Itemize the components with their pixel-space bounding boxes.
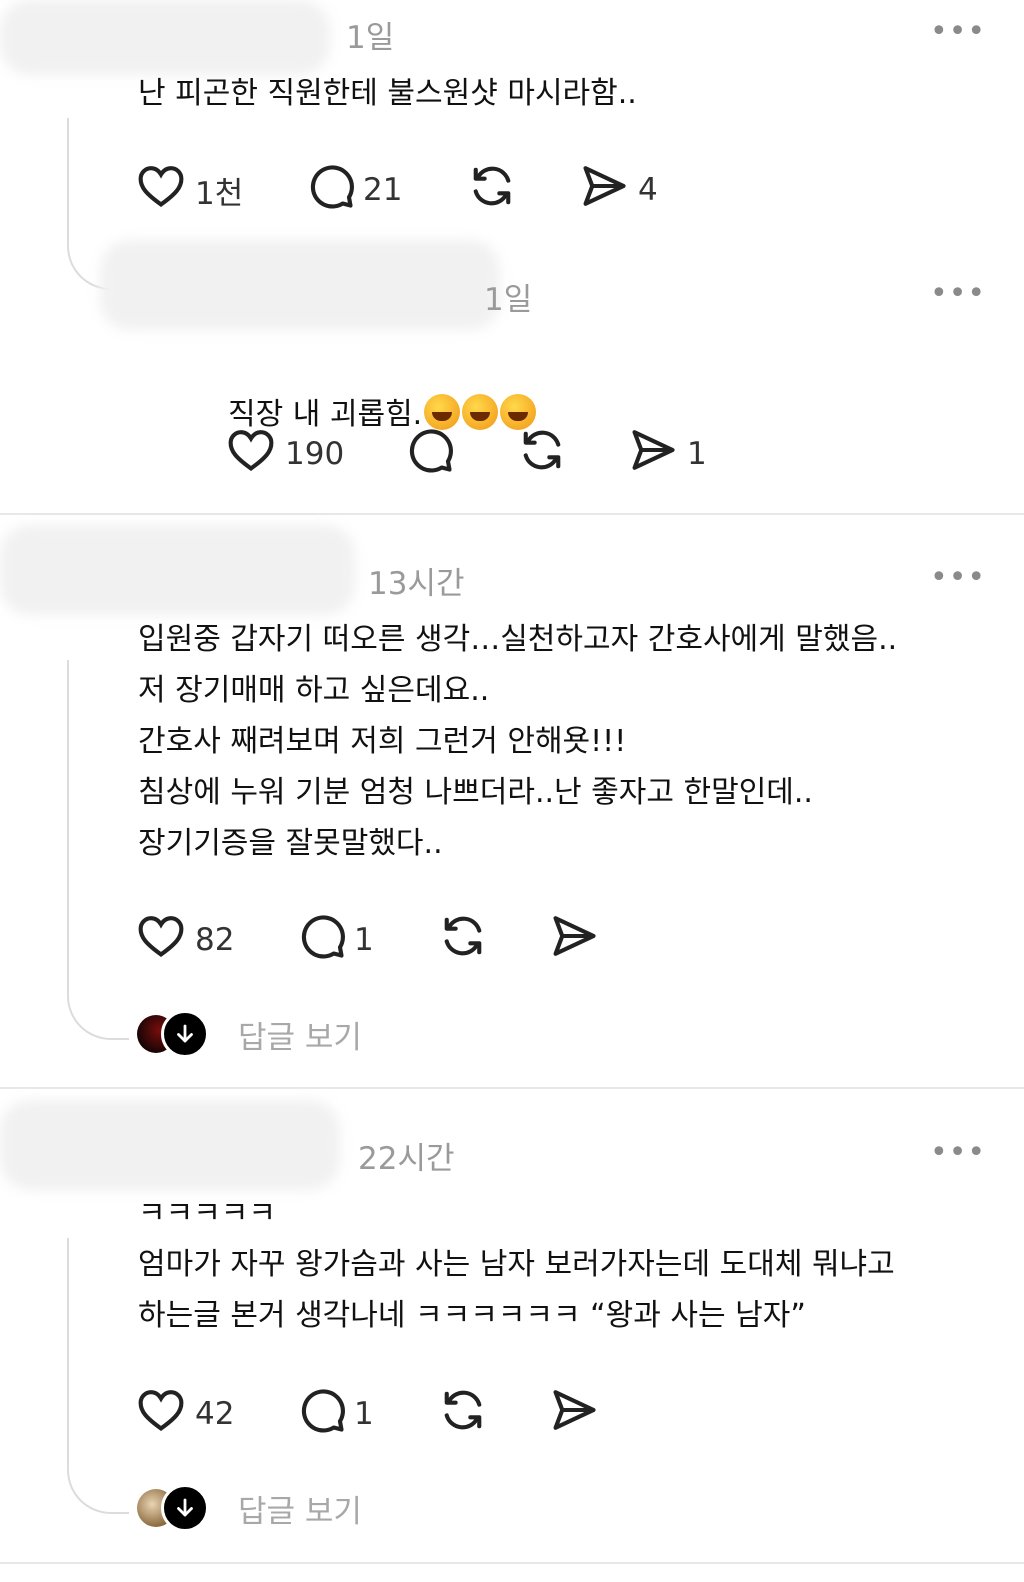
view-replies-link[interactable]: 답글 보기 — [238, 1486, 362, 1531]
thread-line — [67, 660, 69, 980]
repost-button[interactable] — [466, 160, 518, 220]
heart-icon — [135, 160, 187, 220]
repost-button[interactable] — [437, 910, 489, 970]
repost-icon — [466, 160, 518, 220]
laughing-emoji — [462, 394, 499, 430]
comment-bubble-icon — [296, 1384, 348, 1444]
repost-button[interactable] — [437, 1384, 489, 1444]
like-count: 190 — [285, 436, 345, 472]
heart-icon — [135, 910, 187, 970]
thread-curve — [67, 1452, 129, 1514]
like-button[interactable]: 190 — [225, 424, 344, 484]
thread-line — [67, 1238, 69, 1454]
more-options-icon[interactable]: ••• — [930, 563, 986, 593]
like-button[interactable]: 1천 — [135, 160, 243, 220]
repost-icon — [516, 424, 568, 484]
send-icon — [548, 1384, 600, 1444]
comment-bubble-icon — [305, 160, 357, 220]
share-button[interactable]: 4 — [578, 160, 658, 220]
send-icon — [627, 424, 679, 484]
comment-bubble-icon — [404, 424, 456, 484]
send-icon — [578, 160, 630, 220]
comment-button[interactable] — [404, 424, 456, 484]
comment-bubble-icon — [296, 910, 348, 970]
repost-icon — [437, 1384, 489, 1444]
heart-icon — [135, 1384, 187, 1444]
post-divider — [0, 1562, 1024, 1564]
like-button[interactable]: 42 — [135, 1384, 234, 1444]
comment-button[interactable]: 21 — [305, 160, 402, 220]
send-icon — [548, 910, 600, 970]
post-timestamp: 1일 — [484, 282, 533, 318]
redacted-username — [0, 1100, 340, 1190]
arrow-down-icon — [161, 1010, 209, 1058]
redacted-username — [0, 525, 355, 615]
redacted-username — [100, 240, 500, 330]
more-options-icon[interactable]: ••• — [930, 1138, 986, 1168]
share-count: 1 — [687, 436, 707, 472]
comment-button[interactable]: 1 — [296, 910, 374, 970]
share-button[interactable]: 1 — [627, 424, 707, 484]
post-divider — [0, 1087, 1024, 1089]
repost-icon — [437, 910, 489, 970]
thread-curve — [67, 978, 129, 1040]
more-options-icon[interactable]: ••• — [930, 279, 986, 309]
post-body: ㅋㅋㅋㅋㅋ 엄마가 자꾸 왕가슴과 사는 남자 보러가자는데 도대체 뭐냐고 하… — [138, 1196, 895, 1333]
post-timestamp: 13시간 — [368, 566, 465, 602]
share-button[interactable] — [548, 910, 600, 970]
comment-button[interactable]: 1 — [296, 1384, 374, 1444]
more-options-icon[interactable]: ••• — [930, 17, 986, 47]
replies-preview[interactable] — [137, 1010, 209, 1058]
thread-line — [67, 118, 69, 228]
share-count: 4 — [638, 172, 658, 208]
arrow-down-icon — [161, 1484, 209, 1532]
replies-preview[interactable] — [137, 1484, 209, 1532]
like-count: 1천 — [195, 175, 244, 212]
comment-count: 1 — [354, 1396, 374, 1432]
post-timestamp: 1일 — [346, 20, 395, 56]
repost-button[interactable] — [516, 424, 568, 484]
like-button[interactable]: 82 — [135, 910, 234, 970]
comment-count: 21 — [363, 172, 403, 208]
post-body: 입원중 갑자기 떠오른 생각…실천하고자 간호사에게 말했음.. 저 장기매매 … — [138, 622, 898, 861]
post-timestamp: 22시간 — [358, 1141, 455, 1177]
heart-icon — [225, 424, 277, 484]
like-count: 42 — [195, 1396, 235, 1432]
post-divider — [0, 513, 1024, 515]
view-replies-link[interactable]: 답글 보기 — [238, 1012, 362, 1057]
redacted-username — [0, 0, 330, 75]
share-button[interactable] — [548, 1384, 600, 1444]
comment-count: 1 — [354, 922, 374, 958]
post-body: 난 피곤한 직원한테 불스원샷 마시라함.. — [138, 76, 637, 111]
like-count: 82 — [195, 922, 235, 958]
